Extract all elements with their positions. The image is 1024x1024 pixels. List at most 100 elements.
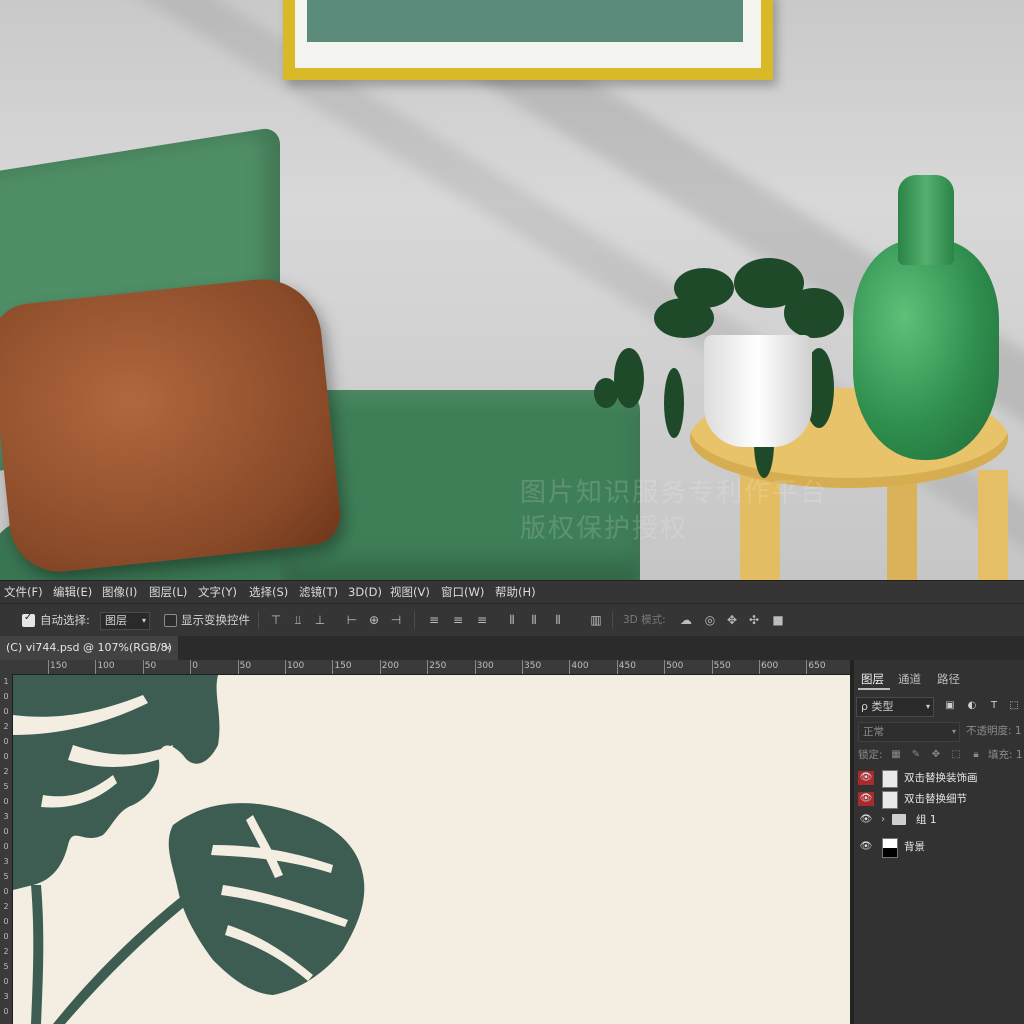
ruler-tick-label: 5 (3, 962, 9, 971)
auto-select-checkbox[interactable] (22, 612, 35, 627)
filter-type-icon[interactable]: T (988, 700, 1000, 712)
distribute-right-icon[interactable]: ⦀ (550, 612, 566, 628)
ruler-tick (48, 660, 49, 674)
chevron-down-icon: ▾ (141, 616, 146, 625)
menu-window[interactable]: 窗口(W) (441, 581, 484, 603)
lock-position-icon[interactable]: ✥ (930, 749, 942, 761)
ruler-tick-label: 500 (666, 661, 684, 671)
align-bottom-icon[interactable]: ⊥ (312, 612, 328, 628)
folder-icon (892, 814, 906, 825)
ruler-tick (711, 660, 713, 674)
ruler-corner (0, 660, 12, 674)
opacity-field[interactable]: 不透明度: 1 (966, 722, 1022, 740)
lock-pixels-icon[interactable]: ✎ (910, 749, 922, 761)
table-leg (978, 470, 1008, 580)
ruler-tick-label: 0 (3, 1007, 9, 1016)
align-left-icon[interactable]: ⊢ (344, 612, 360, 628)
blend-mode-value: 正常 (863, 726, 884, 738)
show-transform-checkbox[interactable] (164, 614, 177, 627)
menu-edit[interactable]: 编辑(E) (53, 581, 92, 603)
layer-row[interactable]: 👁︎ 背景 (854, 836, 1024, 858)
filter-pixel-icon[interactable]: ▣ (944, 700, 956, 712)
ruler-tick (569, 660, 571, 674)
monstera-stem (31, 885, 44, 1024)
3d-drag-icon[interactable]: ✥ (724, 612, 740, 628)
menu-filter[interactable]: 滤镜(T) (299, 581, 338, 603)
ruler-tick-label: 0 (3, 752, 9, 761)
align-vcenter-icon[interactable]: ⫫ (290, 612, 306, 628)
lock-artboard-icon[interactable]: ⬚ (950, 749, 962, 761)
3d-mode-label: 3D 模式: (623, 614, 666, 626)
layer-row[interactable]: 👁︎ › 组 1 (854, 810, 1024, 830)
watermark: 图片知识服务专利作平台 版权保护授权 (520, 475, 860, 547)
options-bar: 自动选择: 图层 ▾ 显示变换控件 ⊤ ⫫ ⊥ ⊢ ⊕ ⊣ ≡ ≡ ≡ ⦀ ⦀ … (0, 603, 1024, 637)
align-right-icon[interactable]: ⊣ (388, 612, 404, 628)
document-tab[interactable]: (C) vi744.psd @ 107%(RGB/8) * × (0, 636, 178, 678)
ruler-tick-label: 100 (287, 661, 305, 671)
3d-slide-icon[interactable]: ✣ (746, 612, 762, 628)
monstera-artwork (13, 675, 365, 1024)
tab-channels[interactable]: 通道 (898, 670, 921, 692)
ruler-tick-label: 150 (50, 661, 68, 671)
distribute-left-icon[interactable]: ⦀ (504, 612, 520, 628)
3d-roll-icon[interactable]: ◎ (702, 612, 718, 628)
ruler-tick-label: 5 (3, 872, 9, 881)
ruler-tick (522, 660, 523, 674)
chevron-down-icon: ▾ (951, 727, 956, 736)
visibility-eye-icon[interactable]: 👁︎ (858, 771, 874, 785)
distribute-top-icon[interactable]: ≡ (426, 612, 442, 628)
distribute-vcenter-icon[interactable]: ≡ (450, 612, 466, 628)
visibility-eye-icon[interactable]: 👁︎ (858, 840, 874, 854)
menu-type[interactable]: 文字(Y) (198, 581, 237, 603)
chevron-right-icon[interactable]: › (881, 810, 885, 830)
ruler-tick (142, 660, 144, 674)
align-hcenter-icon[interactable]: ⊕ (366, 612, 382, 628)
menu-help[interactable]: 帮助(H) (495, 581, 536, 603)
layer-row[interactable]: 👁︎ 双击替换装饰画 (854, 768, 1024, 788)
watermark-line: 图片知识服务专利作平台 (520, 478, 829, 508)
ruler-tick-label: 2 (3, 767, 9, 776)
blend-mode-dropdown[interactable]: 正常 ▾ (858, 722, 960, 742)
vertical-ruler[interactable]: 1 0 0 2 0 0 2 5 0 3 0 0 3 5 0 2 0 0 2 5 0 3 0 (0, 674, 13, 1024)
3d-rotate-icon[interactable]: ☁ (678, 612, 694, 628)
menu-view[interactable]: 视图(V) (390, 581, 430, 603)
fill-field[interactable]: 填充: 1 (988, 746, 1023, 764)
align-top-icon[interactable]: ⊤ (268, 612, 284, 628)
layer-filter-dropdown[interactable]: ρ 类型 ▾ (856, 697, 934, 717)
ruler-tick-label: 0 (3, 737, 9, 746)
lock-transparency-icon[interactable]: ▦ (890, 749, 902, 761)
ruler-tick-label: 550 (713, 661, 731, 671)
auto-select-target-dropdown[interactable]: 图层 ▾ (100, 612, 150, 630)
horizontal-ruler[interactable]: 150 100 50 0 50 100 150 200 250 300 350 400 450 500 55… (12, 660, 850, 675)
auto-select-label: 自动选择: (40, 613, 90, 627)
auto-align-icon[interactable]: ▥ (588, 612, 604, 628)
filter-adjustment-icon[interactable]: ◐ (966, 700, 978, 712)
ruler-tick-label: 600 (761, 661, 779, 671)
ruler-tick (664, 660, 666, 674)
tab-paths[interactable]: 路径 (937, 670, 960, 692)
3d-scale-icon[interactable]: ■ (770, 612, 786, 628)
ruler-tick-label: 3 (3, 992, 9, 1001)
menu-layer[interactable]: 图层(L) (149, 581, 187, 603)
smart-object-thumbnail (882, 770, 898, 788)
smart-object-thumbnail (882, 791, 898, 809)
ruler-tick-label: 0 (192, 661, 198, 671)
distribute-bottom-icon[interactable]: ≡ (474, 612, 490, 628)
menu-file[interactable]: 文件(F) (4, 581, 43, 603)
document-canvas[interactable] (13, 675, 850, 1024)
ruler-tick-label: 2 (3, 902, 9, 911)
close-icon[interactable]: × (163, 636, 172, 660)
distribute-hcenter-icon[interactable]: ⦀ (526, 612, 542, 628)
filter-shape-icon[interactable]: ⬚ (1008, 700, 1020, 712)
visibility-eye-icon[interactable]: 👁︎ (858, 792, 874, 806)
menu-3d[interactable]: 3D(D) (348, 581, 382, 603)
ruler-tick-label: 200 (381, 661, 399, 671)
layer-row[interactable]: 👁︎ 双击替换细节 (854, 789, 1024, 809)
menu-select[interactable]: 选择(S) (249, 581, 288, 603)
menu-image[interactable]: 图像(I) (102, 581, 137, 603)
lock-all-icon[interactable]: 🔒︎ (970, 749, 982, 761)
watermark-line: 版权保护授权 (520, 514, 689, 544)
ruler-tick-label: 250 (429, 661, 447, 671)
visibility-eye-icon[interactable]: 👁︎ (858, 813, 874, 827)
ruler-tick (237, 660, 239, 674)
